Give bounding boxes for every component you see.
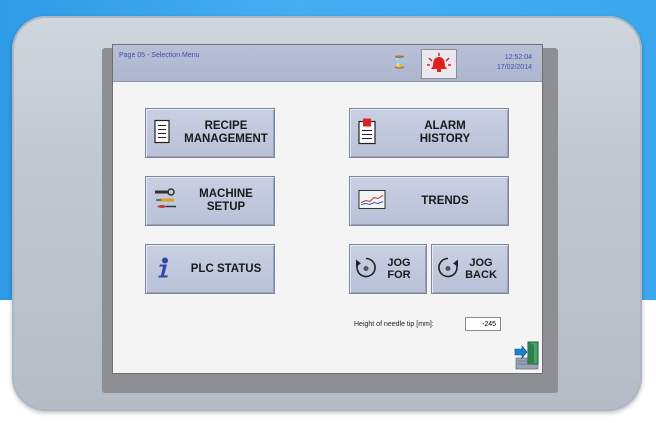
alarm-list-icon xyxy=(358,118,376,148)
needle-height-field[interactable]: -245 xyxy=(465,317,501,331)
date: 17/02/2014 xyxy=(496,64,532,71)
needle-height-label: Height of needle tip [mm]: xyxy=(354,321,434,328)
plc-status-label: PLC STATUS xyxy=(190,262,262,275)
alarm-history-label: ALARM HISTORY xyxy=(419,120,471,145)
alarm-bell-icon xyxy=(427,53,451,72)
trends-button[interactable]: TRENDS xyxy=(349,176,509,226)
rotate-forward-icon xyxy=(354,256,378,283)
recipe-management-button[interactable]: RECIPE MANAGEMENT xyxy=(145,108,275,158)
rotate-back-icon xyxy=(436,256,460,283)
hmi-screen: Page 05 - Selection Menu ⌛ 12:52:04 17/0… xyxy=(112,44,543,374)
time: 12:52:04 xyxy=(504,54,532,61)
alarm-history-button[interactable]: ALARM HISTORY xyxy=(349,108,509,158)
machine-setup-label: MACHINE SETUP xyxy=(199,188,253,213)
jog-back-button[interactable]: JOG BACK xyxy=(431,244,509,294)
tools-icon xyxy=(154,187,178,216)
jog-back-label: JOG BACK xyxy=(465,257,497,281)
exit-door-icon xyxy=(514,341,539,370)
plc-status-button[interactable]: PLC STATUS xyxy=(145,244,275,294)
hourglass-icon: ⌛ xyxy=(392,55,407,69)
jog-forward-label: JOG FOR xyxy=(387,257,411,281)
jog-forward-button[interactable]: JOG FOR xyxy=(349,244,427,294)
page-title: Page 05 - Selection Menu xyxy=(119,52,200,59)
trend-chart-icon xyxy=(358,190,386,213)
info-icon xyxy=(154,257,172,282)
exit-button[interactable] xyxy=(514,340,540,370)
clock: 12:52:04 17/02/2014 xyxy=(497,53,532,73)
alarm-button[interactable] xyxy=(421,49,457,79)
trends-label: TRENDS xyxy=(421,194,469,207)
recipe-management-label: RECIPE MANAGEMENT xyxy=(184,120,268,145)
title-bar: Page 05 - Selection Menu ⌛ 12:52:04 17/0… xyxy=(113,45,542,82)
machine-setup-button[interactable]: MACHINE SETUP xyxy=(145,176,275,226)
document-icon xyxy=(154,119,170,147)
